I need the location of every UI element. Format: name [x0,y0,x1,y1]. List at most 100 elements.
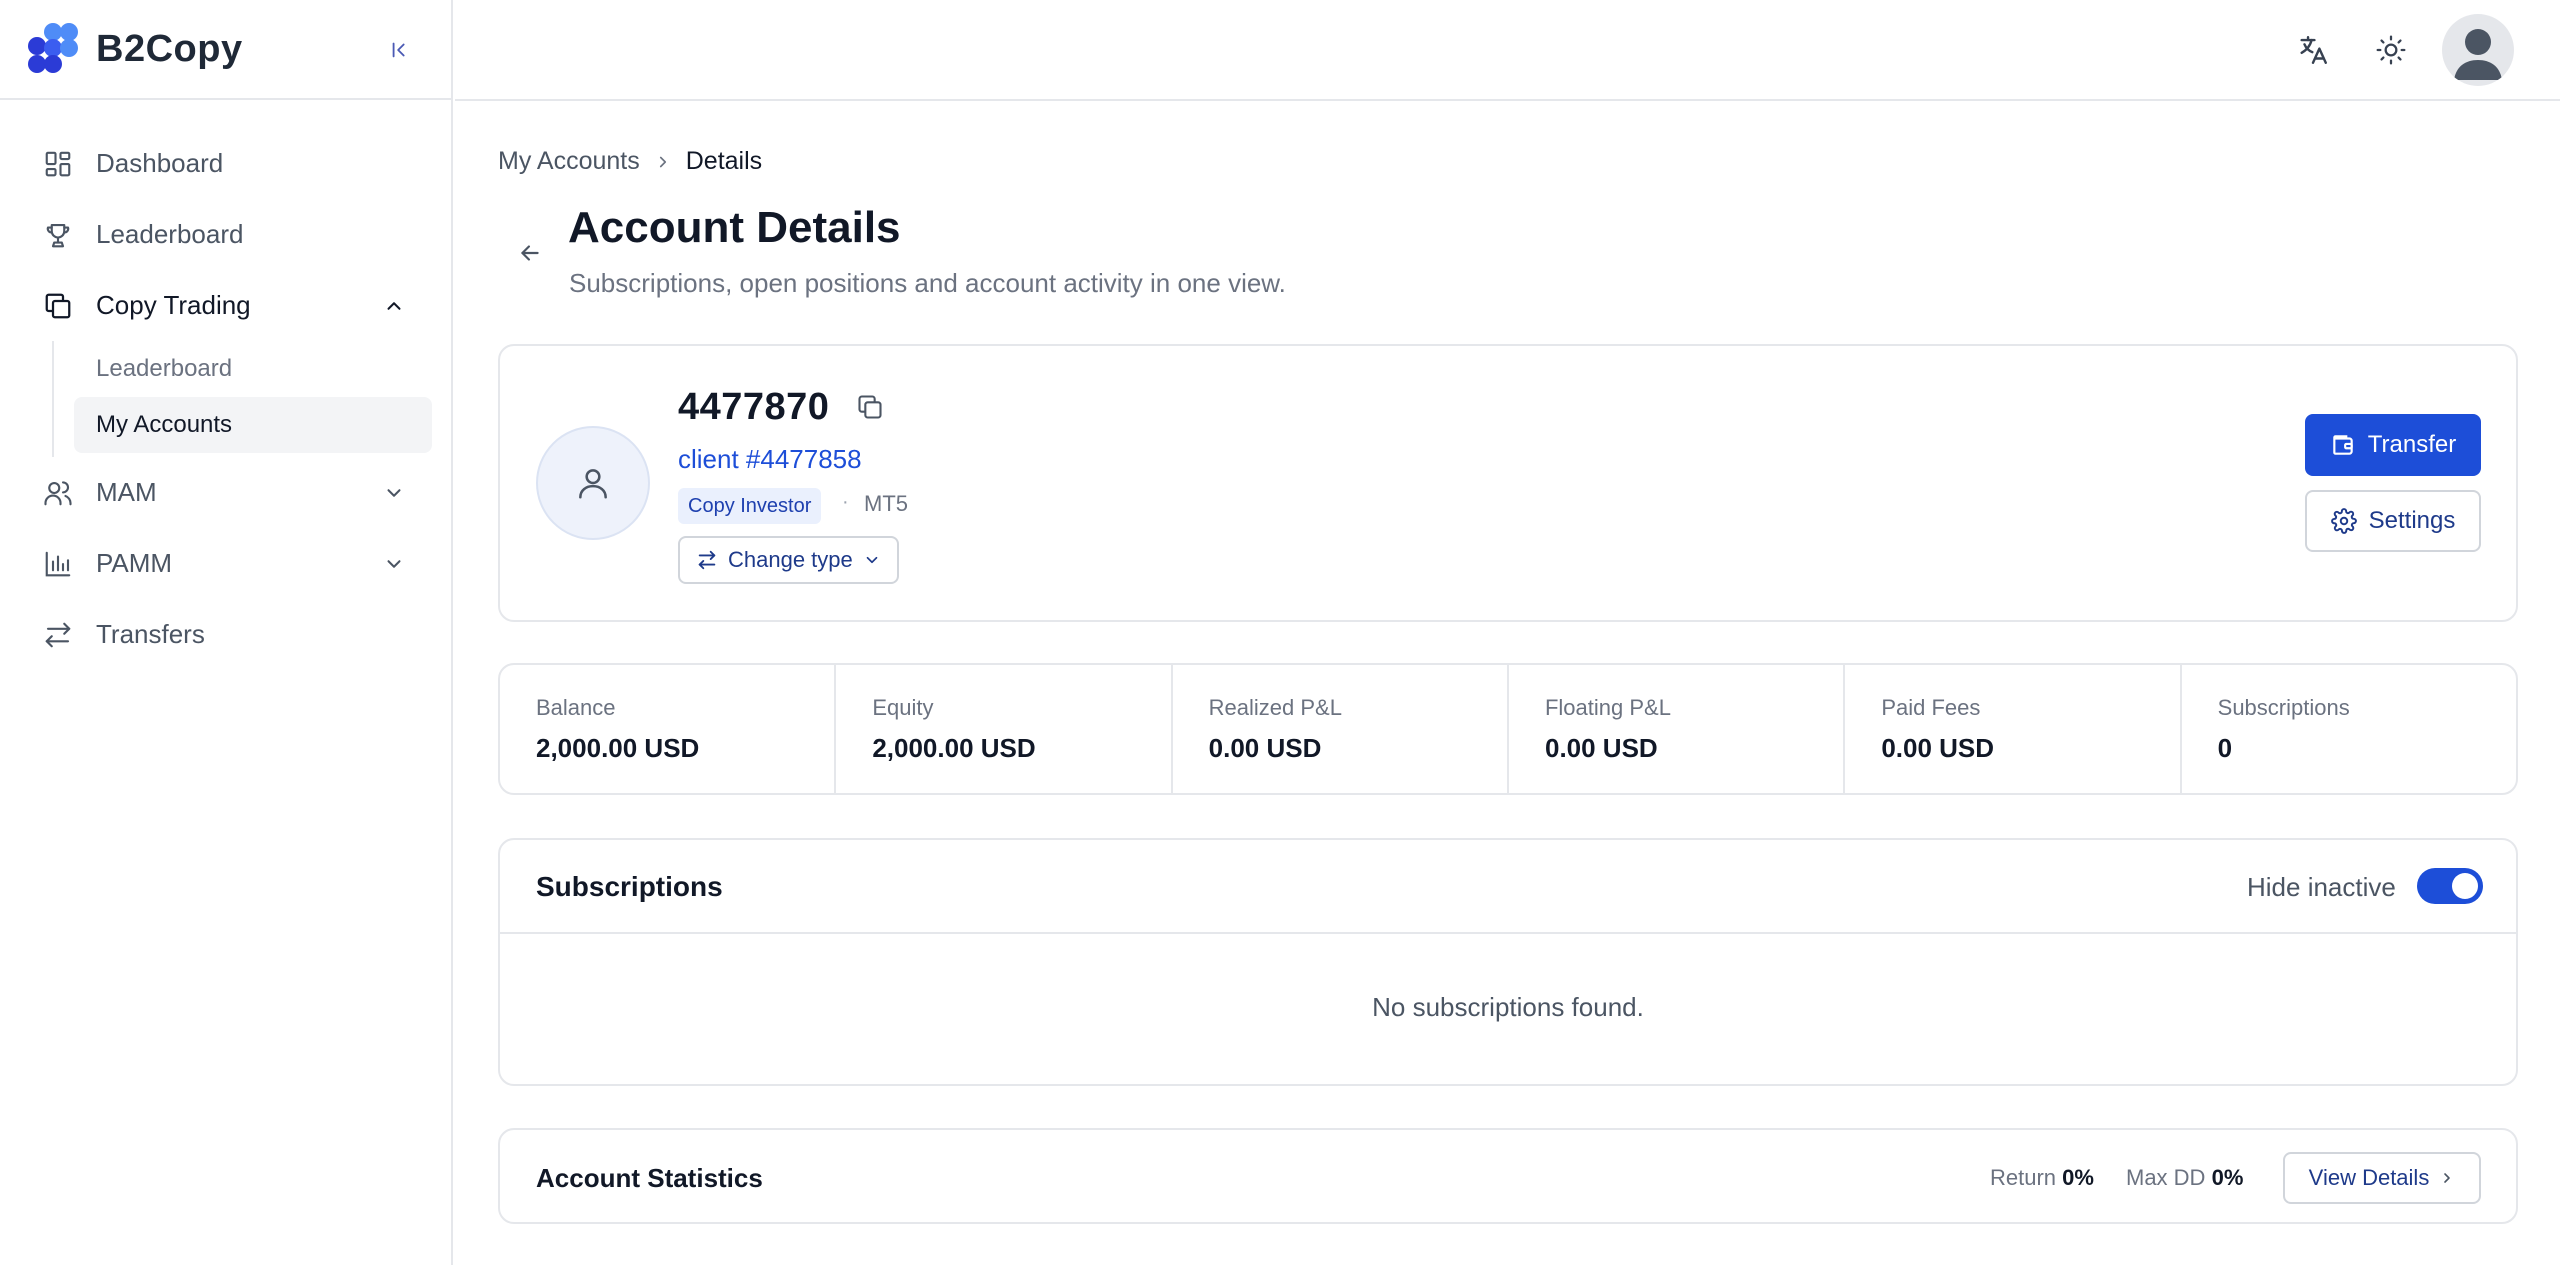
page-title: Account Details [568,203,901,252]
hide-inactive-toggle[interactable] [2417,868,2483,904]
return-value: 0% [2062,1165,2094,1190]
copy-icon [42,290,74,322]
gear-icon [2330,508,2357,534]
account-type-badge: Copy Investor [678,488,822,524]
account-statistics-title: Account Statistics [536,1163,763,1193]
dashboard-icon [42,148,74,180]
account-number: 4477870 [678,386,830,428]
user-avatar-button[interactable] [2442,14,2514,86]
return-metric: Return 0% [1990,1165,2094,1191]
subscriptions-header: Subscriptions Hide inactive [500,840,2516,934]
chevron-right-icon [2444,1173,2451,1183]
settings-label: Settings [2368,507,2456,534]
breadcrumb-my-accounts[interactable]: My Accounts [498,147,640,176]
subscriptions-card: Subscriptions Hide inactive No subscript… [498,838,2518,1086]
stat-label: Paid Fees [1881,695,1981,720]
platform-label: MT5 [864,491,908,516]
breadcrumb-current: Details [685,147,763,175]
page-subtitle: Subscriptions, open positions and accoun… [569,268,1286,298]
sidebar-item-label: MAM [96,477,157,507]
bar-chart-icon [42,548,74,580]
stat-label: Balance [536,695,616,720]
logo-row: B2Copy [0,0,451,100]
sidebar-item-label: Transfers [96,619,205,649]
stat-value: 0.00 USD [1208,733,1322,763]
meta-separator: · [842,491,849,513]
stat-value: 0 [2217,733,2233,763]
stat-label: Equity [872,695,934,720]
chevron-down-icon [380,550,408,578]
arrows-swap-icon [42,619,74,651]
sidebar-item-leaderboard[interactable]: Leaderboard [0,199,451,270]
translate-icon [2300,36,2327,64]
stat-label: Realized P&L [1208,695,1342,720]
transfer-label: Transfer [2367,431,2457,458]
chevron-down-icon [380,479,408,507]
user-avatar-icon [2454,29,2502,80]
account-avatar [536,426,650,540]
sidebar-item-label: PAMM [96,548,173,578]
breadcrumb: My Accounts Details [498,147,762,176]
toggle-knob [2452,873,2478,899]
stat-value: 2,000.00 USD [536,733,700,763]
stat-equity: Equity 2,000.00 USD [836,665,1173,793]
theme-toggle-button[interactable] [2373,32,2409,68]
subscriptions-title: Subscriptions [536,871,723,902]
account-card: 4477870 client #4477858 Copy Investor · … [498,344,2518,622]
sidebar-item-pamm[interactable]: PAMM [0,528,451,599]
copy-icon [858,395,882,419]
collapse-left-icon [392,42,405,58]
back-button[interactable] [508,231,552,275]
sidebar-subitem-my-accounts[interactable]: My Accounts [74,397,432,453]
stat-realized-pnl: Realized P&L 0.00 USD [1173,665,1509,793]
brand-name: B2Copy [96,27,243,70]
sidebar-item-transfers[interactable]: Transfers [0,599,451,670]
max-dd-metric: Max DD 0% [2126,1165,2243,1191]
stat-paid-fees: Paid Fees 0.00 USD [1845,665,2182,793]
sidebar-item-mam[interactable]: MAM [0,457,451,528]
user-icon [579,469,607,499]
chevron-right-icon [654,153,672,171]
users-icon [42,477,74,509]
copy-trading-subnav: Leaderboard My Accounts [52,341,451,457]
max-dd-label: Max DD [2126,1165,2206,1190]
sidebar-nav: Dashboard Leaderboard Copy Trading Leade… [0,100,451,670]
stat-label: Subscriptions [2217,695,2350,720]
copy-account-number-button[interactable] [853,390,887,424]
account-summary-stats: Balance 2,000.00 USD Equity 2,000.00 USD… [498,663,2518,795]
client-link[interactable]: client #4477858 [678,444,862,475]
view-details-button[interactable]: View Details [2283,1152,2481,1204]
stat-value: 2,000.00 USD [872,733,1036,763]
change-type-label: Change type [728,547,853,572]
change-type-button[interactable]: Change type [678,536,899,584]
trophy-icon [42,219,74,251]
sidebar-subitem-leaderboard[interactable]: Leaderboard [74,341,432,397]
sidebar-item-label: Leaderboard [96,219,244,249]
subscriptions-empty-state: No subscriptions found. [1372,992,1644,1022]
view-details-label: View Details [2308,1165,2430,1190]
return-label: Return [1990,1165,2057,1190]
stat-label: Floating P&L [1544,695,1671,720]
chevron-up-icon [380,292,408,320]
stat-value: 0.00 USD [1881,733,1995,763]
wallet-icon [2333,435,2353,455]
settings-button[interactable]: Settings [2305,490,2481,552]
sidebar-item-copy-trading[interactable]: Copy Trading [0,270,451,341]
max-dd-value: 0% [2211,1165,2244,1190]
collapse-sidebar-button[interactable] [384,34,416,66]
brand-logo-icon [28,23,80,75]
swap-icon [698,550,716,570]
top-bar [455,0,2560,101]
stat-value: 0.00 USD [1544,733,1658,763]
arrow-left-icon [521,245,539,261]
sidebar-item-label: Dashboard [96,148,224,178]
stat-balance: Balance 2,000.00 USD [500,665,837,793]
sidebar-item-dashboard[interactable]: Dashboard [0,128,451,199]
language-button[interactable] [2295,32,2331,68]
transfer-button[interactable]: Transfer [2305,414,2481,476]
chevron-down-icon [866,556,878,564]
hide-inactive-label: Hide inactive [2247,872,2396,902]
sidebar: B2Copy Dashboard Leaderboard Copy Tradin… [0,0,453,1265]
account-statistics-card: Account Statistics Return 0% Max DD 0% V… [498,1128,2518,1224]
sidebar-item-label: Copy Trading [96,290,251,320]
